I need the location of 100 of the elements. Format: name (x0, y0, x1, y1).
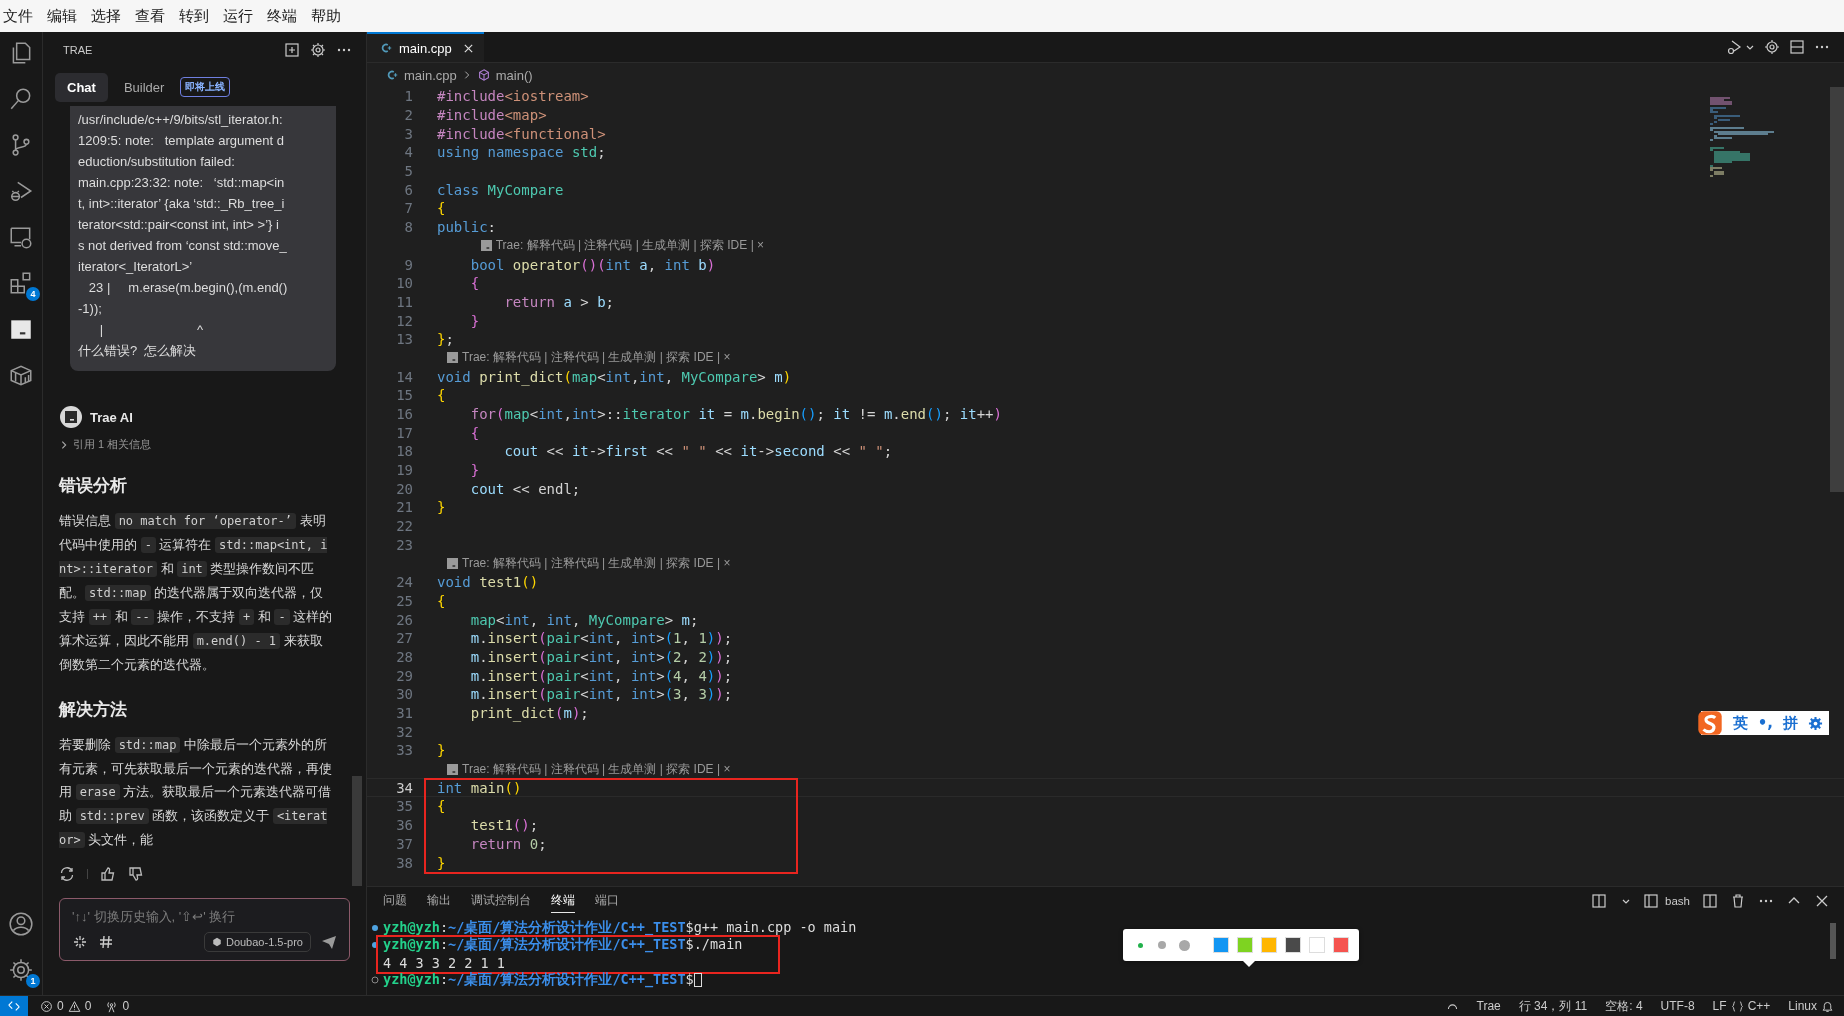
port-count[interactable]: 0 (122, 999, 130, 1013)
code-line: } (469, 462, 480, 479)
menu-item[interactable]: 运行 (223, 6, 253, 26)
message-text: s not derived from ‘const std::move_ (78, 237, 288, 255)
line-number: 14 (395, 368, 413, 385)
line-number: 3 (403, 125, 413, 142)
section-heading: 错误分析 (59, 475, 128, 497)
punctuation-mode[interactable]: •, (1757, 714, 1773, 732)
line-number: 33 (395, 742, 413, 759)
message-text: terator<std::pair<const int, int> >’} i (78, 216, 280, 234)
line-number: 13 (395, 331, 413, 348)
language-mode[interactable]: C++ (1747, 999, 1771, 1013)
terminal-line: yzh@yzh:~/桌面/算法分析设计作业/C++_TEST$ (383, 971, 694, 990)
terminal-output: 4 4 3 3 2 2 1 1 (383, 954, 505, 971)
line-number: 28 (395, 648, 413, 665)
panel-tab[interactable]: 输出 (427, 889, 451, 913)
encoding-setting[interactable]: UTF-8 (1660, 999, 1695, 1013)
menu-item[interactable]: 查看 (135, 6, 165, 26)
code-line: #include<functional> (437, 125, 606, 142)
line-number: 30 (395, 686, 413, 703)
terminal-name[interactable]: bash (1665, 895, 1690, 907)
line-number: 17 (395, 424, 413, 441)
line-number: 16 (395, 406, 413, 423)
cursor-position[interactable]: 行 34，列 11 (1518, 997, 1588, 1015)
code-line: m.insert(pair<int, int>(3, 3)); (469, 686, 733, 703)
code-lens-actions[interactable]: Trae: 解释代码 | 注释代码 | 生成单测 | 探索 IDE | × (495, 237, 765, 255)
status-badge: 即将上线 (180, 77, 231, 97)
message-paragraph: 若要删除 std::map 中除最后一个元素外的所有元素，可先获取最后一个元素的迭代器，再使用 erase 方法。获取最后一个元素迭代器可借助 std::prev 函数，该函数定义于 <iterator> 头文件，能 (59, 736, 333, 850)
message-text: /usr/include/c++/9/bits/stl_iterator.h: (78, 111, 284, 129)
warning-count[interactable]: 0 (84, 999, 92, 1013)
line-number: 15 (395, 387, 413, 404)
editor-tab[interactable]: main.cpp (367, 32, 484, 62)
message-field[interactable]: '↑↓' 切换历史输入, '⇧↩' 换行 (72, 909, 337, 924)
code-line: test1(); (469, 817, 539, 834)
line-number: 8 (403, 219, 413, 236)
code-line: { (437, 200, 446, 217)
agent-status[interactable]: Trae (1476, 999, 1501, 1013)
panel-tab[interactable]: 端口 (595, 889, 619, 913)
code-line: cout << it->first << " " << it->second << " "; (503, 443, 893, 460)
line-number: 19 (395, 462, 413, 479)
code-line: class MyCompare (437, 181, 564, 198)
menu-item[interactable]: 转到 (179, 6, 209, 26)
line-ending-setting[interactable]: LF (1712, 999, 1727, 1013)
code-lens-actions[interactable]: Trae: 解释代码 | 注释代码 | 生成单测 | 探索 IDE | × (462, 760, 731, 778)
line-number: 32 (395, 723, 413, 740)
code-line: { (469, 424, 480, 441)
code-line: { (437, 798, 446, 815)
message-text: iterator<_IteratorL>’ (78, 258, 194, 276)
message-paragraph: 错误信息 no match for ‘operator-’ 表明代码中使用的 - 运算符在 std::map<int, int>::iterator 和 int 类型操作数间不匹配。 std::map 的迭代器属于双向迭代器，仅支持 ++ 和 -- 操作，不支持 + 和 - 这样的算术运算，因此不能用 m.end() - 1 来获取倒数第二个元素的迭代器。 (59, 512, 334, 674)
tab[interactable]: Chat (55, 72, 108, 102)
error-count[interactable]: 0 (57, 999, 64, 1013)
line-number: 2 (403, 107, 413, 124)
line-number: 35 (395, 798, 413, 815)
line-number: 34 (395, 779, 413, 796)
code-line: }; (437, 331, 454, 348)
menu-item[interactable]: 选择 (91, 6, 121, 26)
code-line: for(map<int,int>::iterator it = m.begin(); it != m.end(); it++) (469, 406, 1002, 423)
line-number: 1 (403, 88, 413, 105)
line-number: 9 (403, 256, 413, 273)
code-line: } (437, 742, 446, 759)
code-line: map<int, int, MyCompare> m; (469, 611, 699, 628)
line-number: 26 (395, 611, 413, 628)
breadcrumb-item[interactable]: main.cpp (404, 67, 457, 83)
line-number: 23 (395, 536, 413, 553)
code-line: void print_dict(map<int,int, MyCompare> m) (437, 368, 792, 385)
tab[interactable]: Builder (111, 72, 177, 102)
code-line: } (437, 854, 446, 871)
panel-tab[interactable]: 终端 (551, 889, 575, 913)
panel-tab[interactable]: 问题 (383, 889, 407, 913)
reference-link[interactable]: 引用 1 相关信息 (73, 437, 152, 452)
message-text: 23 | m.erase(m.begin(),(m.end() (87, 279, 289, 297)
menu-item[interactable]: 编辑 (47, 6, 77, 26)
code-line: using namespace std; (437, 144, 606, 161)
code-line: { (437, 387, 446, 404)
panel-tab[interactable]: 调试控制台 (471, 889, 531, 913)
menu-item[interactable]: 帮助 (311, 6, 341, 26)
line-number: 31 (395, 705, 413, 722)
line-number: 25 (395, 592, 413, 609)
code-line: m.insert(pair<int, int>(4, 4)); (469, 667, 733, 684)
line-number: 36 (395, 817, 413, 834)
code-lens-actions[interactable]: Trae: 解释代码 | 注释代码 | 生成单测 | 探索 IDE | × (462, 349, 731, 367)
breadcrumb-item[interactable]: main() (495, 67, 533, 83)
indentation-setting[interactable]: 空格: 4 (1605, 997, 1643, 1015)
notification-badge: 1 (26, 974, 40, 988)
code-line: int main() (437, 779, 522, 796)
input-mode[interactable]: 拼 (1783, 713, 1798, 733)
platform-label[interactable]: Linux (1788, 999, 1817, 1013)
menu-item[interactable]: 终端 (267, 6, 297, 26)
panel-title: TRAE (63, 44, 93, 56)
menu-item[interactable]: 文件 (3, 6, 33, 26)
line-number: 27 (395, 630, 413, 647)
notification-badge: 4 (26, 287, 40, 301)
message-text: 什么错误? 怎么解决 (78, 342, 198, 360)
model-button[interactable]: Doubao-1.5-pro (203, 932, 311, 952)
code-line: #include<map> (437, 107, 547, 124)
language-mode[interactable]: 英 (1732, 713, 1748, 733)
line-number: 22 (395, 518, 413, 535)
code-lens-actions[interactable]: Trae: 解释代码 | 注释代码 | 生成单测 | 探索 IDE | × (462, 555, 731, 573)
line-number: 29 (395, 667, 413, 684)
code-line: bool operator()(int a, int b) (469, 256, 716, 273)
